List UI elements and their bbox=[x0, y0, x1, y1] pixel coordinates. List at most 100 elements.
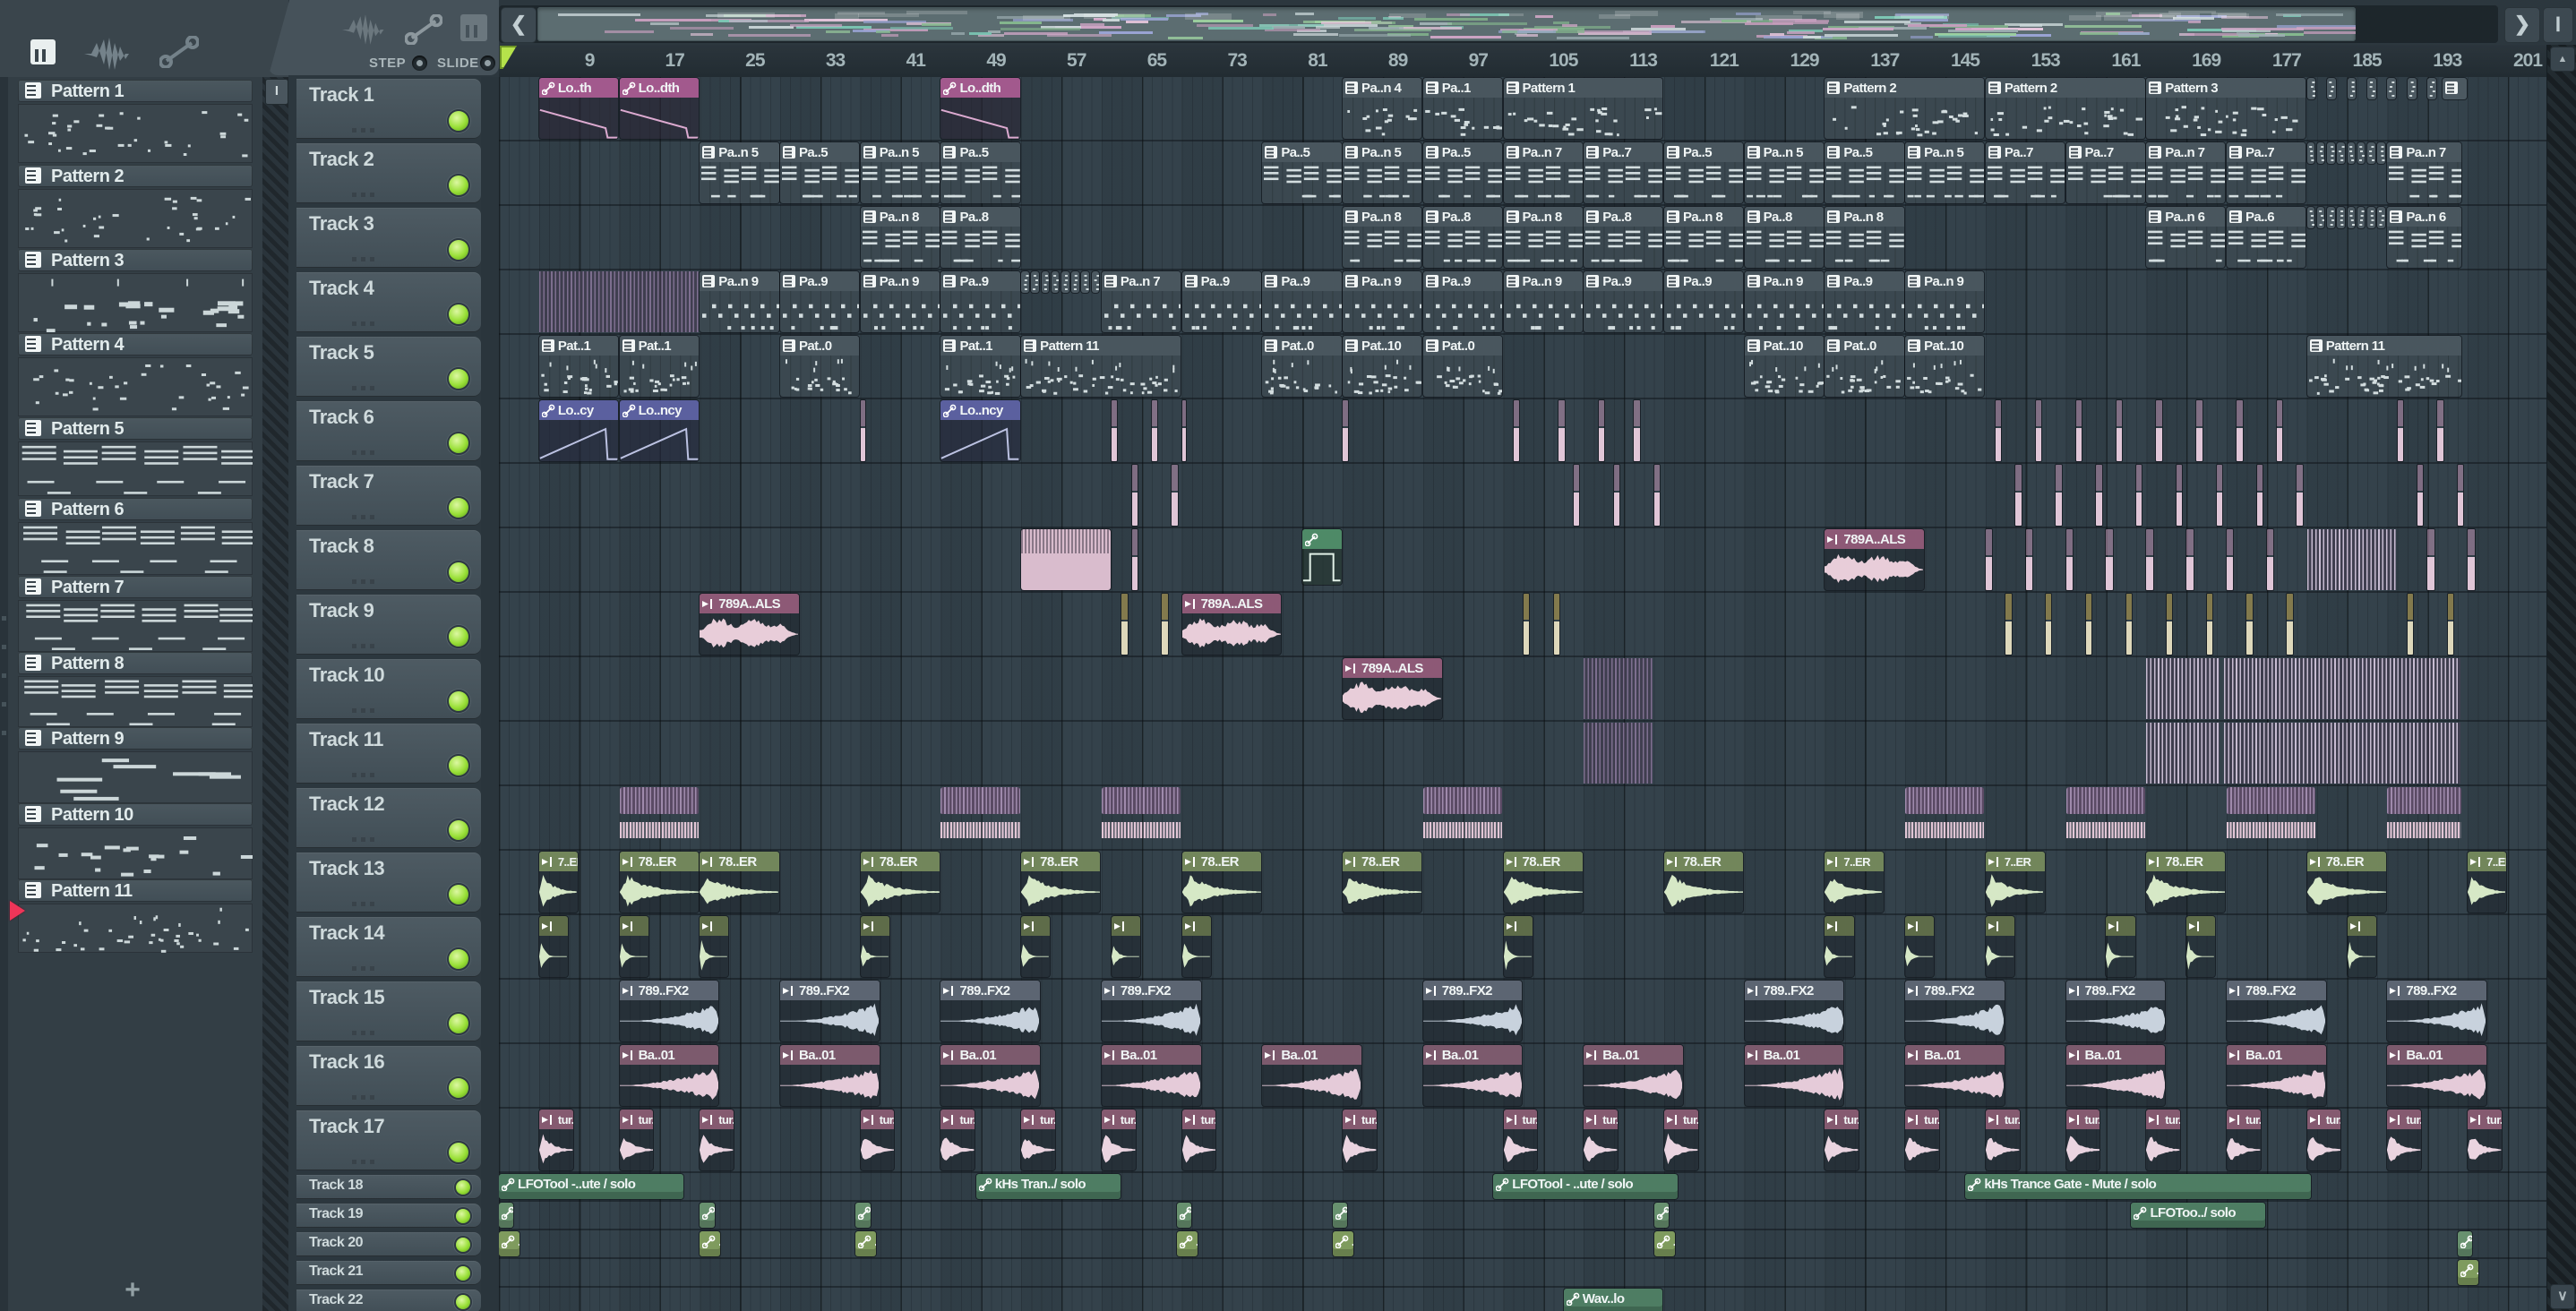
clip-ba-01[interactable]: Ba..01 bbox=[1101, 1045, 1201, 1106]
clip-pill[interactable] bbox=[2366, 142, 2375, 164]
clip-chop[interactable] bbox=[619, 787, 699, 848]
clip-7-er[interactable]: 7..ER bbox=[1825, 852, 1885, 913]
clip-789-fx2[interactable]: 789..FX2 bbox=[2065, 981, 2166, 1041]
clip-ba-01[interactable]: Ba..01 bbox=[1262, 1045, 1361, 1106]
playlist-row-7[interactable] bbox=[499, 464, 2546, 528]
clip-thinP[interactable] bbox=[2397, 400, 2403, 461]
clip-78-er[interactable]: 78..ER bbox=[2146, 852, 2226, 913]
clip-78-er[interactable]: 78..ER bbox=[860, 852, 940, 913]
clip-audGh[interactable] bbox=[538, 916, 568, 977]
clip-pa-9[interactable]: Pa..9 bbox=[780, 271, 860, 332]
clip-tur-n[interactable]: tur..n bbox=[1343, 1110, 1377, 1170]
clip-ba-01[interactable]: Ba..01 bbox=[940, 1045, 1041, 1106]
clip-tur-n[interactable]: tur..n bbox=[538, 1110, 573, 1170]
clip-thinP[interactable] bbox=[2065, 529, 2073, 590]
clip-stripes[interactable] bbox=[1584, 658, 1653, 719]
clip-pill[interactable] bbox=[2306, 142, 2315, 164]
pattern-preview[interactable] bbox=[18, 827, 253, 879]
clip-pat-0[interactable]: Pat..0 bbox=[1262, 336, 1342, 397]
clip-thinP[interactable] bbox=[1599, 400, 1605, 461]
clip-audGh[interactable] bbox=[619, 916, 648, 977]
step-radio[interactable] bbox=[412, 56, 427, 71]
clip-789a-als[interactable]: 789A..ALS bbox=[700, 594, 799, 655]
clip-thinT[interactable] bbox=[2125, 594, 2133, 655]
clip-thinP[interactable] bbox=[2056, 465, 2062, 526]
clip-thinP[interactable] bbox=[1151, 400, 1158, 461]
clip-lo-ncy[interactable]: Lo..ncy bbox=[619, 400, 699, 461]
clip-pat-0[interactable]: Pat..0 bbox=[1825, 336, 1904, 397]
mute-led[interactable] bbox=[456, 1208, 470, 1223]
clip-pa-8[interactable]: Pa..8 bbox=[1744, 207, 1824, 268]
clip-thinP[interactable] bbox=[2025, 529, 2033, 590]
clip-pill[interactable] bbox=[2337, 142, 2345, 164]
clip-audGh[interactable] bbox=[2347, 916, 2376, 977]
clip-pill[interactable] bbox=[2377, 207, 2385, 228]
clip-thinP[interactable] bbox=[2297, 465, 2303, 526]
clip-thinP[interactable] bbox=[2116, 400, 2122, 461]
clip-pill[interactable] bbox=[2347, 207, 2356, 228]
clip-pa-n-7[interactable]: Pa..n 7 bbox=[1503, 142, 1583, 203]
clip-789-fx2[interactable]: 789..FX2 bbox=[2226, 981, 2326, 1041]
clip-ba-01[interactable]: Ba..01 bbox=[2065, 1045, 2166, 1106]
playlist-row-21[interactable] bbox=[499, 1259, 2546, 1288]
clip-pa-n-6[interactable]: Pa..n 6 bbox=[2387, 207, 2462, 268]
clip-pa-n-8[interactable]: Pa..n 8 bbox=[1503, 207, 1583, 268]
clip-pa-n-6[interactable]: Pa..n 6 bbox=[2146, 207, 2226, 268]
track-header-15[interactable]: Track 15 bbox=[296, 981, 481, 1041]
clip--[interactable]: .. bbox=[700, 1203, 715, 1228]
mute-led[interactable] bbox=[449, 176, 468, 195]
vertical-scrollbar[interactable]: ▲ ∨ bbox=[2546, 45, 2576, 1311]
clip-thinT[interactable] bbox=[2085, 594, 2092, 655]
clip-pill[interactable] bbox=[2357, 207, 2366, 228]
playlist-row-22[interactable] bbox=[499, 1288, 2546, 1311]
mute-led[interactable] bbox=[449, 111, 468, 131]
clip-pa-9[interactable]: Pa..9 bbox=[1422, 271, 1502, 332]
clip-789-fx2[interactable]: 789..FX2 bbox=[1905, 981, 2005, 1041]
clip-pattern-1[interactable]: Pattern 1 bbox=[1503, 78, 1663, 139]
clip-thinP[interactable] bbox=[2437, 400, 2443, 461]
pattern-preview[interactable] bbox=[18, 273, 253, 332]
piano-icon[interactable] bbox=[460, 14, 487, 41]
pattern-panel-scroll-handle[interactable]: I bbox=[265, 79, 288, 105]
clip--el[interactable]: ..el bbox=[1177, 1231, 1198, 1256]
clip-thinP[interactable] bbox=[1112, 400, 1118, 461]
clip-chop[interactable] bbox=[1101, 787, 1181, 848]
clip-tur-n[interactable]: tur..n bbox=[940, 1110, 975, 1170]
wave-icon[interactable] bbox=[84, 34, 134, 73]
clip-pa-9[interactable]: Pa..9 bbox=[1262, 271, 1342, 332]
slide-icon[interactable] bbox=[159, 36, 199, 68]
slide-icon[interactable] bbox=[405, 14, 442, 45]
clip-thinT[interactable] bbox=[1162, 594, 1168, 655]
track-header-20[interactable]: Track 20 bbox=[296, 1232, 481, 1256]
clip-tur-n[interactable]: tur..n bbox=[2146, 1110, 2180, 1170]
clip-pa-5[interactable]: Pa..5 bbox=[1663, 142, 1744, 203]
clip-tur-n[interactable]: tur..n bbox=[619, 1110, 654, 1170]
clip-pat-1[interactable]: Pat..1 bbox=[619, 336, 699, 397]
clip-pill[interactable] bbox=[2427, 78, 2436, 99]
clip-thinP[interactable] bbox=[1574, 465, 1580, 526]
clip-pill[interactable] bbox=[1021, 271, 1029, 293]
clip-pa-n-8[interactable]: Pa..n 8 bbox=[860, 207, 940, 268]
clip-tur-n[interactable]: tur..n bbox=[2387, 1110, 2422, 1170]
clip-pat-10[interactable]: Pat..10 bbox=[1343, 336, 1422, 397]
track-header-21[interactable]: Track 21 bbox=[296, 1261, 481, 1285]
clip-thinP[interactable] bbox=[2186, 529, 2194, 590]
pattern-item-pattern-5[interactable]: Pattern 5 bbox=[18, 417, 253, 440]
clip-audGh[interactable] bbox=[1181, 916, 1211, 977]
track-header-1[interactable]: Track 1 bbox=[296, 79, 481, 139]
clip-thinT[interactable] bbox=[2046, 594, 2052, 655]
mute-led[interactable] bbox=[456, 1179, 470, 1195]
clip-stripes[interactable] bbox=[2146, 658, 2220, 719]
clip--[interactable]: .. bbox=[855, 1203, 871, 1228]
mute-led[interactable] bbox=[449, 369, 468, 389]
clip-pa-n-5[interactable]: Pa..n 5 bbox=[1744, 142, 1824, 203]
clip-pattern-11[interactable]: Pattern 11 bbox=[1021, 336, 1181, 397]
clip-pa-n-8[interactable]: Pa..n 8 bbox=[1663, 207, 1744, 268]
clip-pa-9[interactable]: Pa..9 bbox=[1584, 271, 1663, 332]
clip-autoG[interactable] bbox=[1302, 529, 1342, 585]
clip-pa-n-9[interactable]: Pa..n 9 bbox=[860, 271, 940, 332]
clip-789-fx2[interactable]: 789..FX2 bbox=[619, 981, 719, 1041]
track-header-17[interactable]: Track 17 bbox=[296, 1110, 481, 1170]
playlist-grid[interactable]: Lo..th Lo..dth Lo..dth Pa..n 4 Pa..1 Pattern … bbox=[499, 77, 2546, 1311]
clip-audGh[interactable] bbox=[1985, 916, 2014, 977]
